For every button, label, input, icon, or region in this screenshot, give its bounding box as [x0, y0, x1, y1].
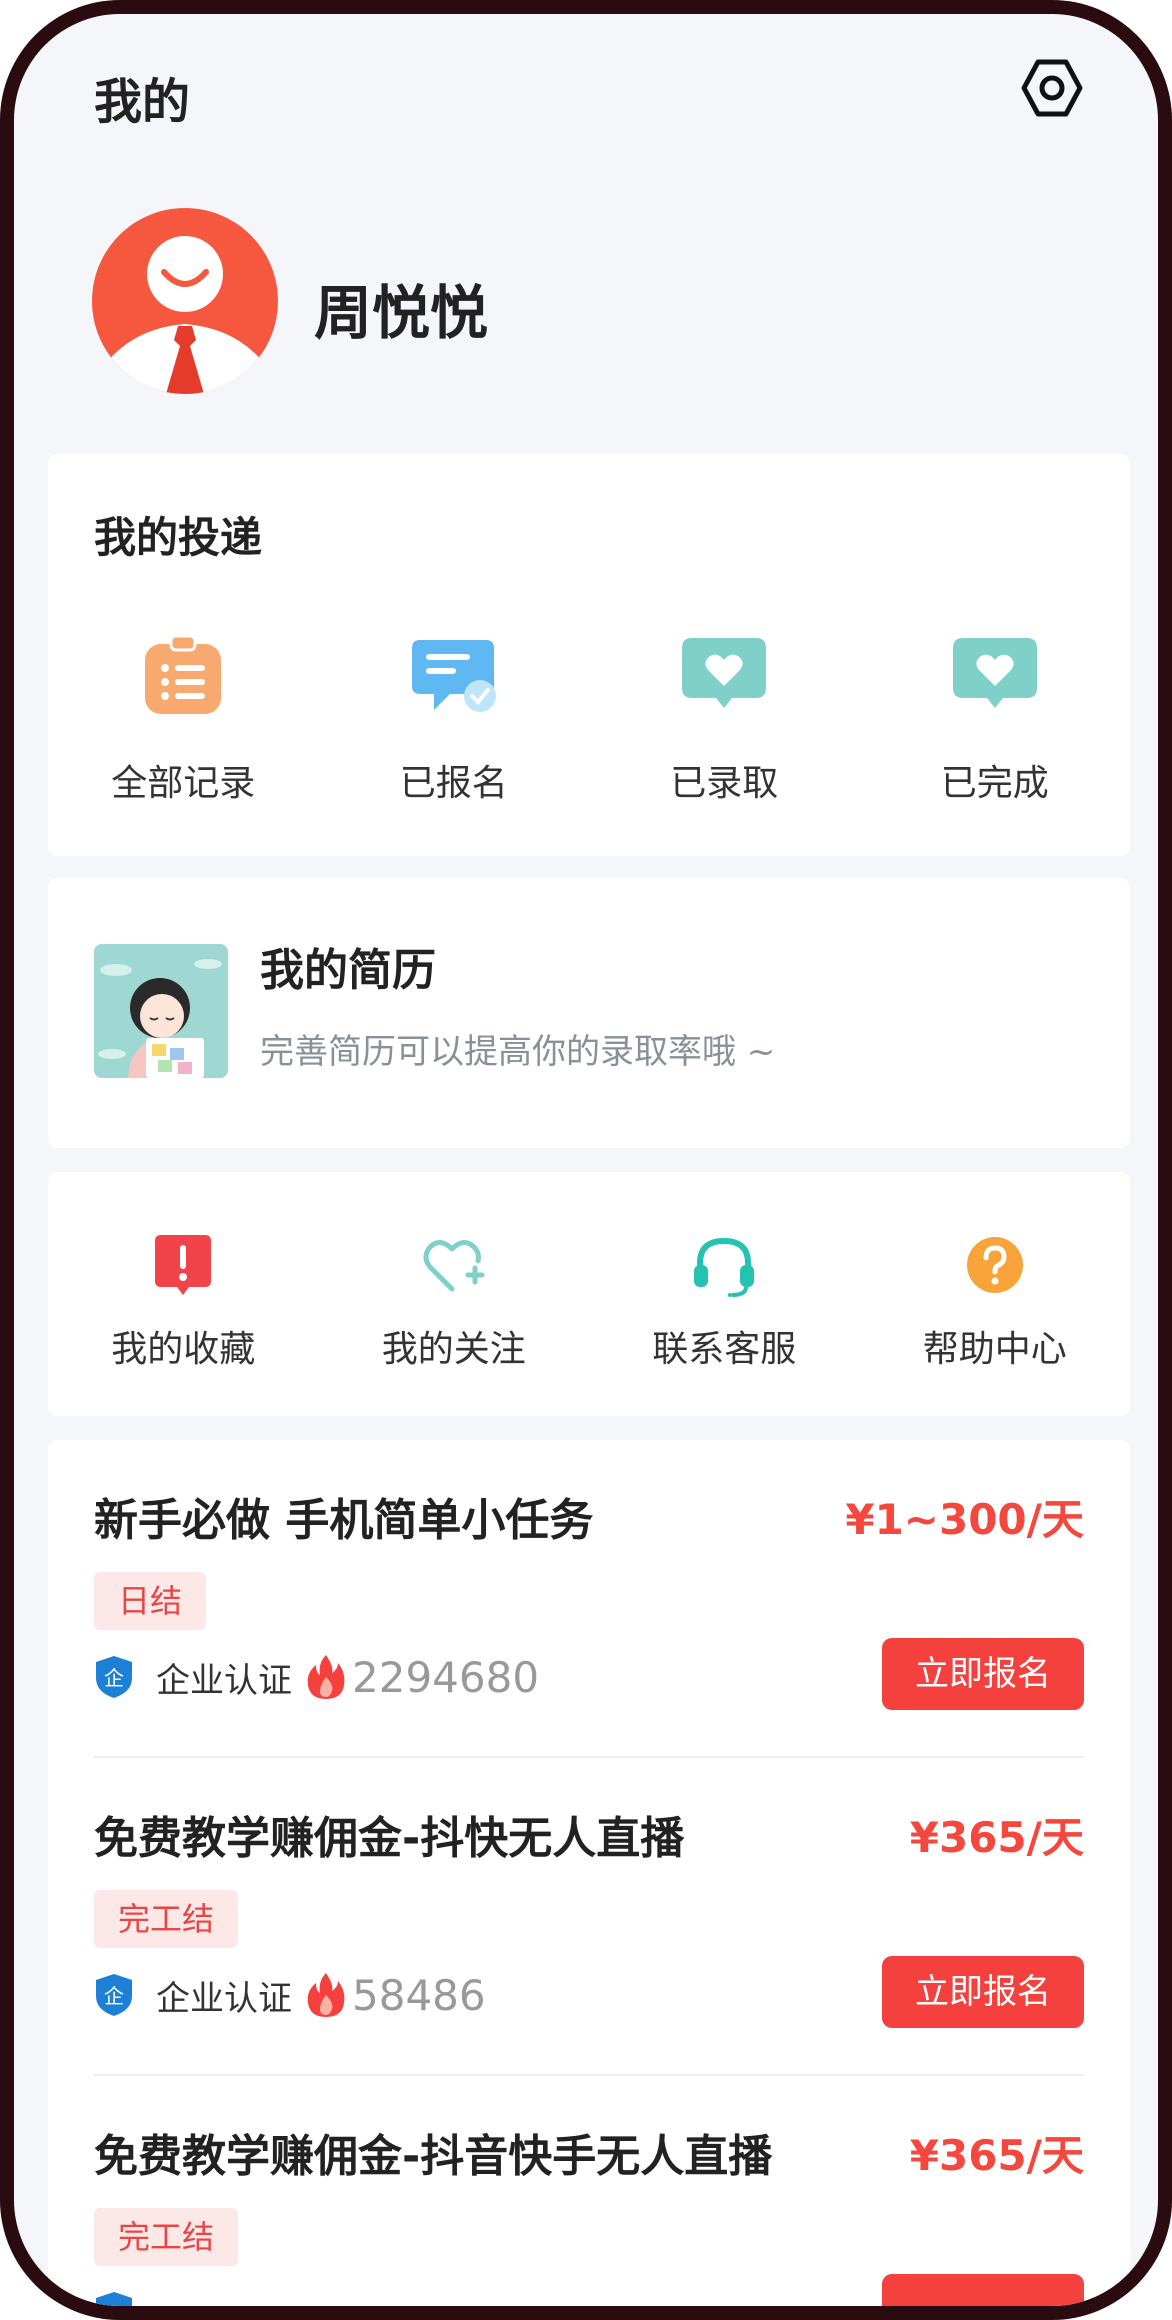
fire-icon [307, 1973, 345, 2017]
delivery-card: 我的投递 全部记录 已报名 已录取 已完成 [48, 454, 1130, 856]
girl-reading-illustration [94, 944, 228, 1078]
delivery-item-label: 已报名 [399, 763, 508, 804]
shortcut-following[interactable]: 我的关注 [319, 1230, 590, 1372]
resume-illustration [94, 944, 228, 1078]
page-title: 我的 [94, 74, 191, 130]
avatar[interactable] [92, 208, 278, 394]
settings-button[interactable] [1016, 52, 1088, 124]
message-check-icon [411, 640, 496, 712]
job-meta: 企 企业认证 58486 [94, 1968, 486, 2022]
job-item[interactable]: 免费教学赚佣金-抖音快手无人直播 ¥365/天 完工结 [94, 2076, 1084, 2306]
job-tag: 完工结 [94, 1890, 239, 1948]
heat-count: 58486 [352, 1970, 486, 2020]
job-title: 免费教学赚佣金-抖音快手无人直播 [94, 2131, 773, 2182]
resume-title: 我的简历 [260, 945, 436, 996]
job-salary: ¥365/天 [909, 2131, 1084, 2180]
job-meta [94, 2286, 134, 2306]
screen: 我的 周悦悦 我的投递 全部记录 已报名 已录取 已完成 我的简历 完善简历可以… [14, 14, 1158, 2306]
clipboard-list-icon [145, 634, 222, 714]
company-verified-icon: 企 [96, 1974, 132, 2016]
apply-button[interactable] [882, 2274, 1084, 2306]
heart-plus-icon [423, 1240, 485, 1292]
shortcuts-grid: 我的收藏 我的关注 联系客服 帮助中心 [48, 1230, 1130, 1372]
job-salary: ¥365/天 [909, 1813, 1084, 1862]
user-name[interactable]: 周悦悦 [314, 266, 488, 350]
delivery-item-registered[interactable]: 已报名 [319, 630, 590, 806]
heart-bubble-icon [682, 638, 767, 708]
delivery-item-completed[interactable]: 已完成 [860, 630, 1131, 806]
shortcut-label: 帮助中心 [922, 1329, 1067, 1370]
exclamation-icon [155, 1235, 212, 1295]
user-avatar-icon [102, 236, 268, 394]
headset-icon [694, 1237, 755, 1297]
shortcut-favorites[interactable]: 我的收藏 [48, 1230, 319, 1372]
phone-frame: 我的 周悦悦 我的投递 全部记录 已报名 已录取 已完成 我的简历 完善简历可以… [0, 0, 1172, 2320]
shortcut-customer-service[interactable]: 联系客服 [589, 1230, 860, 1372]
question-icon [966, 1237, 1023, 1293]
delivery-grid: 全部记录 已报名 已录取 已完成 [48, 630, 1130, 806]
verified-label: 企业认证 [156, 1660, 292, 1701]
verified-label: 企业认证 [156, 1978, 292, 2019]
job-title: 免费教学赚佣金-抖快无人直播 [94, 1813, 685, 1864]
job-tag: 日结 [94, 1572, 207, 1630]
job-salary: ¥1~300/天 [845, 1495, 1084, 1544]
job-list-card: 新手必做 手机简单小任务 ¥1~300/天 日结 企 企业认证 2294680 … [48, 1440, 1130, 2306]
job-item[interactable]: 新手必做 手机简单小任务 ¥1~300/天 日结 企 企业认证 2294680 … [94, 1440, 1084, 1758]
job-tag: 完工结 [94, 2208, 239, 2266]
fire-icon [307, 1655, 345, 1699]
shortcut-help-center[interactable]: 帮助中心 [860, 1230, 1131, 1372]
svg-text:企: 企 [104, 1984, 124, 2008]
delivery-item-admitted[interactable]: 已录取 [589, 630, 860, 806]
apply-button[interactable]: 立即报名 [882, 1638, 1084, 1710]
delivery-title: 我的投递 [94, 513, 263, 562]
delivery-item-all[interactable]: 全部记录 [48, 630, 319, 806]
apply-button[interactable]: 立即报名 [882, 1956, 1084, 2028]
delivery-item-label: 已录取 [670, 763, 779, 804]
svg-text:企: 企 [104, 1666, 124, 1690]
job-meta: 企 企业认证 2294680 [94, 1650, 539, 1704]
job-item[interactable]: 免费教学赚佣金-抖快无人直播 ¥365/天 完工结 企 企业认证 58486 立… [94, 1758, 1084, 2076]
shortcut-label: 我的收藏 [111, 1329, 256, 1370]
shortcut-label: 我的关注 [381, 1329, 526, 1370]
resume-subtitle: 完善简历可以提高你的录取率哦 ~ [260, 1032, 776, 1072]
company-verified-icon: 企 [96, 1656, 132, 1698]
resume-card[interactable]: 我的简历 完善简历可以提高你的录取率哦 ~ [48, 878, 1130, 1148]
heat-count: 2294680 [352, 1652, 540, 1702]
delivery-item-label: 全部记录 [111, 763, 256, 804]
company-verified-icon [96, 2292, 132, 2306]
settings-hex-icon [1021, 59, 1083, 117]
delivery-item-label: 已完成 [940, 763, 1049, 804]
shortcut-label: 联系客服 [652, 1329, 797, 1370]
shortcuts-card: 我的收藏 我的关注 联系客服 帮助中心 [48, 1172, 1130, 1416]
job-title: 新手必做 手机简单小任务 [94, 1495, 594, 1546]
heart-bubble-icon [952, 638, 1037, 708]
